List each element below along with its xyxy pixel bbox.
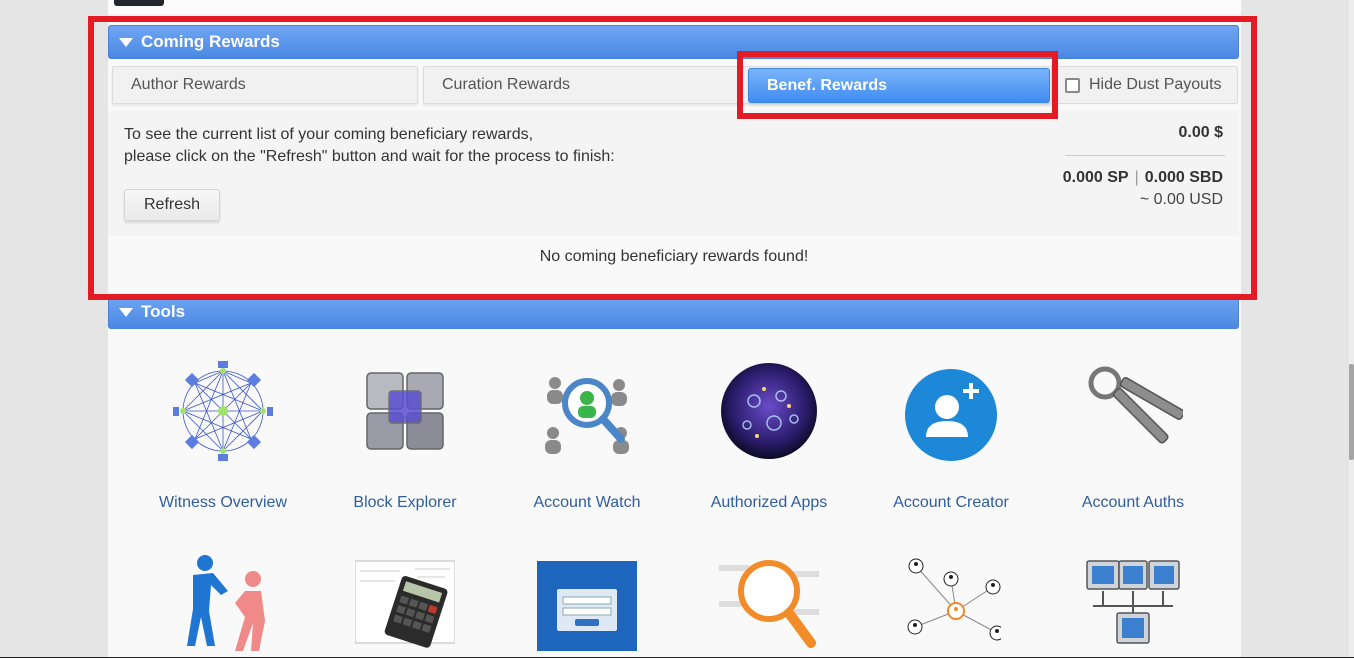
tool-label[interactable]: Witness Overview (132, 494, 314, 512)
total-value: 0.00 $ (1178, 124, 1223, 141)
sbd-value: 0.000 SBD (1144, 169, 1223, 186)
computer-network-icon (1086, 560, 1180, 644)
sphere-icon (721, 363, 817, 459)
sp-value: 0.000 SP (1062, 169, 1129, 186)
tool-label[interactable]: Account Creator (860, 494, 1042, 512)
usd-value: ~ 0.00 USD (1139, 191, 1223, 208)
calculator-icon (355, 560, 455, 648)
tab-curation-rewards[interactable]: Curation Rewards (423, 66, 738, 104)
search-magnifier-icon (719, 560, 819, 648)
info-line-2: please click on the "Refresh" button and… (124, 148, 615, 165)
tool-label[interactable]: Authorized Apps (678, 494, 860, 512)
tab-label: Author Rewards (131, 76, 246, 93)
hide-dust-label: Hide Dust Payouts (1089, 76, 1222, 93)
thumbnail-image[interactable] (114, 0, 164, 6)
hide-dust-checkbox[interactable] (1065, 77, 1080, 93)
hide-dust-toggle[interactable]: Hide Dust Payouts (1056, 66, 1238, 104)
tools-grid: Witness Overview Block Explorer Account … (108, 329, 1241, 658)
info-text: To see the current list of your coming b… (124, 124, 615, 168)
scrollbar-thumb[interactable] (1349, 364, 1354, 460)
tool-label[interactable]: Account Auths (1042, 494, 1224, 512)
rewards-tabs: Author Rewards Curation Rewards Benef. R… (112, 66, 1238, 106)
value-separator: | (1134, 169, 1139, 186)
tab-label: Curation Rewards (442, 76, 571, 93)
helping-hand-icon (187, 555, 265, 651)
sp-sbd-values: 0.000 SP | 0.000 SBD (1063, 169, 1223, 187)
login-screen-icon (537, 561, 637, 651)
add-user-icon (905, 369, 997, 461)
cube-icon (366, 372, 444, 450)
keys-icon (1088, 366, 1183, 444)
refresh-button[interactable]: Refresh (124, 189, 220, 221)
network-icon (173, 361, 273, 461)
people-network-icon (907, 558, 1001, 641)
collapse-triangle-icon (119, 37, 133, 47)
main-page: Coming Rewards Author Rewards Curation R… (108, 0, 1241, 658)
info-line-1: To see the current list of your coming b… (124, 126, 534, 143)
coming-rewards-title: Coming Rewards (141, 32, 280, 51)
tools-title: Tools (141, 302, 186, 321)
magnifier-people-icon (545, 377, 629, 454)
scrollbar[interactable] (1349, 0, 1354, 658)
empty-message: No coming beneficiary rewards found! (113, 240, 1235, 274)
tools-header[interactable]: Tools (108, 295, 1239, 329)
previous-section-strip (108, 0, 1241, 15)
tab-benef-rewards[interactable]: Benef. Rewards (748, 68, 1050, 103)
collapse-triangle-icon (119, 307, 133, 317)
rewards-info-area: To see the current list of your coming b… (108, 110, 1239, 236)
tool-label[interactable]: Account Watch (496, 494, 678, 512)
coming-rewards-header[interactable]: Coming Rewards (108, 25, 1239, 59)
tab-author-rewards[interactable]: Author Rewards (112, 66, 418, 104)
tab-label: Benef. Rewards (767, 76, 888, 94)
amount-divider (1065, 155, 1225, 156)
tool-label[interactable]: Block Explorer (314, 494, 496, 512)
